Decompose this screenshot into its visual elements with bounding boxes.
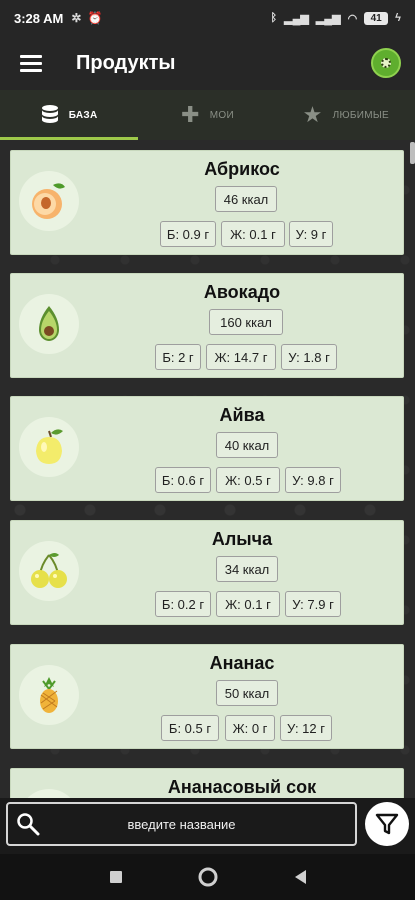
protein-badge: Б: 0.9 г	[160, 221, 216, 247]
notification-icon: ✲	[71, 11, 82, 25]
fat-badge: Ж: 0.1 г	[216, 591, 280, 617]
plus-icon: ✚	[181, 102, 200, 127]
filter-icon	[375, 813, 399, 835]
signal-icon: ▂▄▆	[284, 12, 309, 25]
product-name: Алыча	[211, 529, 273, 549]
avocado-icon	[19, 294, 79, 354]
signal-2-icon: ▂▄▆	[315, 12, 341, 25]
product-card-avocado[interactable]: Авокадо 160 ккал Б: 2 г Ж: 14.7 г У: 1.8…	[10, 273, 404, 378]
recents-button[interactable]	[105, 866, 127, 888]
page-title: Продукты	[76, 51, 176, 74]
cherry-plum-icon	[19, 541, 79, 601]
protein-badge: Б: 0.5 г	[161, 715, 219, 741]
search-input[interactable]	[48, 816, 355, 832]
fat-badge: Ж: 14.7 г	[206, 344, 276, 370]
menu-icon[interactable]	[0, 36, 62, 90]
alarm-icon: ⏰	[87, 11, 103, 25]
apricot-icon	[19, 171, 79, 231]
protein-badge: Б: 0.2 г	[155, 591, 211, 617]
tab-bar: БАЗА ✚ МОИ ★ ЛЮБИМЫЕ	[0, 90, 415, 140]
product-name: Авокадо	[203, 282, 281, 302]
fat-badge: Ж: 0.1 г	[221, 221, 285, 247]
carbs-badge: У: 12 г	[280, 715, 332, 741]
kiwi-logo-icon[interactable]	[371, 48, 401, 78]
pineapple-icon	[19, 665, 79, 725]
quince-icon	[19, 417, 79, 477]
app-bar: Продукты	[0, 36, 415, 90]
kcal-badge: 160 ккал	[209, 309, 283, 335]
status-icons: ᛒ ▂▄▆ ▂▄▆ ◠ 41 ϟ	[270, 11, 401, 25]
bluetooth-icon: ᛒ	[270, 12, 278, 24]
back-button[interactable]	[289, 866, 311, 888]
status-bar: 3:28 AM ✲ ⏰ ᛒ ▂▄▆ ▂▄▆ ◠ 41 ϟ	[0, 0, 415, 36]
status-time: 3:28 AM	[14, 10, 64, 26]
carbs-badge: У: 7.9 г	[285, 591, 341, 617]
kcal-badge: 34 ккал	[216, 556, 278, 582]
charging-icon: ϟ	[395, 12, 401, 24]
carbs-badge: У: 1.8 г	[281, 344, 337, 370]
tab-favorites-label: ЛЮБИМЫЕ	[332, 109, 390, 121]
database-icon	[41, 105, 58, 123]
juice-icon	[19, 789, 79, 798]
product-card-apricot[interactable]: Абрикос 46 ккал Б: 0.9 г Ж: 0.1 г У: 9 г	[10, 150, 404, 255]
system-nav-bar	[0, 854, 415, 900]
star-icon: ★	[302, 102, 323, 127]
tab-mine[interactable]: ✚ МОИ	[138, 90, 276, 140]
carbs-badge: У: 9.8 г	[285, 467, 341, 493]
battery-level: 41	[364, 11, 389, 25]
tab-mine-label: МОИ	[209, 109, 234, 121]
product-name: Абрикос	[204, 159, 280, 179]
fat-badge: Ж: 0.5 г	[216, 467, 280, 493]
back-triangle-icon	[294, 870, 306, 884]
tab-base-label: БАЗА	[68, 109, 98, 121]
tab-base[interactable]: БАЗА	[0, 90, 139, 140]
wifi-icon: ◠	[347, 12, 358, 25]
circle-icon	[198, 867, 217, 887]
square-icon	[109, 871, 122, 883]
product-card-pineapple[interactable]: Ананас 50 ккал Б: 0.5 г Ж: 0 г У: 12 г	[10, 644, 404, 749]
home-button[interactable]	[197, 866, 219, 888]
kcal-badge: 50 ккал	[216, 680, 278, 706]
search-field[interactable]	[6, 802, 357, 846]
product-card-cherry-plum[interactable]: Алыча 34 ккал Б: 0.2 г Ж: 0.1 г У: 7.9 г	[10, 520, 404, 625]
product-card-quince[interactable]: Айва 40 ккал Б: 0.6 г Ж: 0.5 г У: 9.8 г	[10, 396, 404, 501]
protein-badge: Б: 0.6 г	[155, 467, 211, 493]
kcal-badge: 46 ккал	[215, 186, 277, 212]
product-card-pineapple-juice[interactable]: Ананасовый сок	[10, 768, 404, 798]
fat-badge: Ж: 0 г	[225, 715, 275, 741]
product-name: Ананасовый сок	[167, 777, 317, 797]
product-name: Айва	[219, 405, 265, 425]
search-icon	[8, 812, 48, 836]
tab-favorites[interactable]: ★ ЛЮБИМЫЕ	[277, 90, 415, 140]
product-list[interactable]: Абрикос 46 ккал Б: 0.9 г Ж: 0.1 г У: 9 г…	[0, 140, 415, 798]
product-name: Ананас	[209, 653, 275, 673]
filter-button[interactable]	[365, 802, 409, 846]
protein-badge: Б: 2 г	[155, 344, 201, 370]
scrollbar[interactable]	[410, 142, 415, 164]
carbs-badge: У: 9 г	[289, 221, 333, 247]
search-bar	[0, 798, 415, 854]
kcal-badge: 40 ккал	[216, 432, 278, 458]
